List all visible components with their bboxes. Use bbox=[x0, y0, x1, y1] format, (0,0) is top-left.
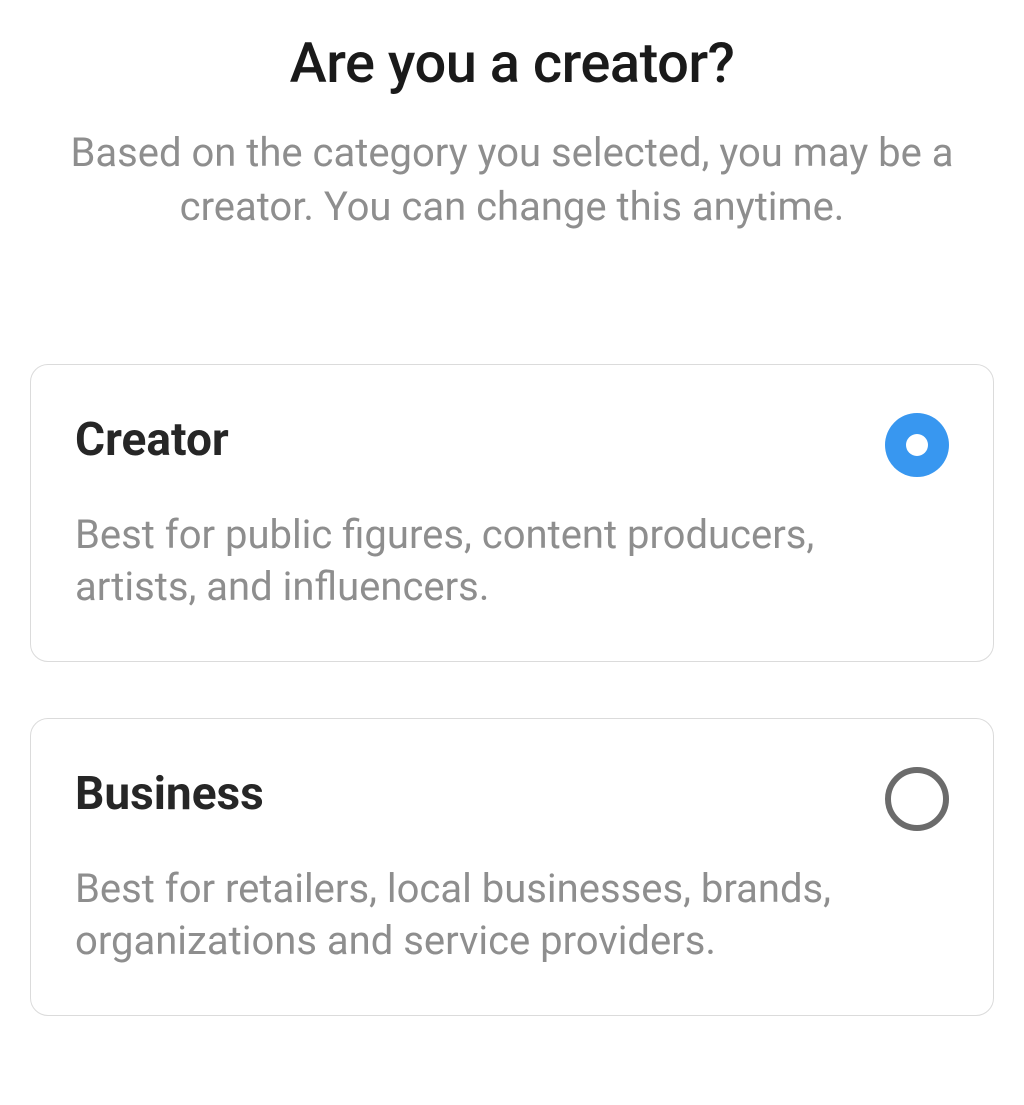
radio-unselected-icon[interactable] bbox=[885, 767, 949, 831]
page-subtitle: Based on the category you selected, you … bbox=[60, 126, 964, 234]
option-title: Creator bbox=[75, 413, 949, 467]
option-business[interactable]: Business Best for retailers, local busin… bbox=[30, 718, 994, 1016]
option-description: Best for retailers, local businesses, br… bbox=[75, 863, 855, 967]
page-title: Are you a creator? bbox=[30, 30, 994, 96]
radio-selected-icon[interactable] bbox=[885, 413, 949, 477]
option-description: Best for public figures, content produce… bbox=[75, 509, 855, 613]
option-creator[interactable]: Creator Best for public figures, content… bbox=[30, 364, 994, 662]
account-type-options: Creator Best for public figures, content… bbox=[30, 364, 994, 1016]
option-title: Business bbox=[75, 767, 949, 821]
